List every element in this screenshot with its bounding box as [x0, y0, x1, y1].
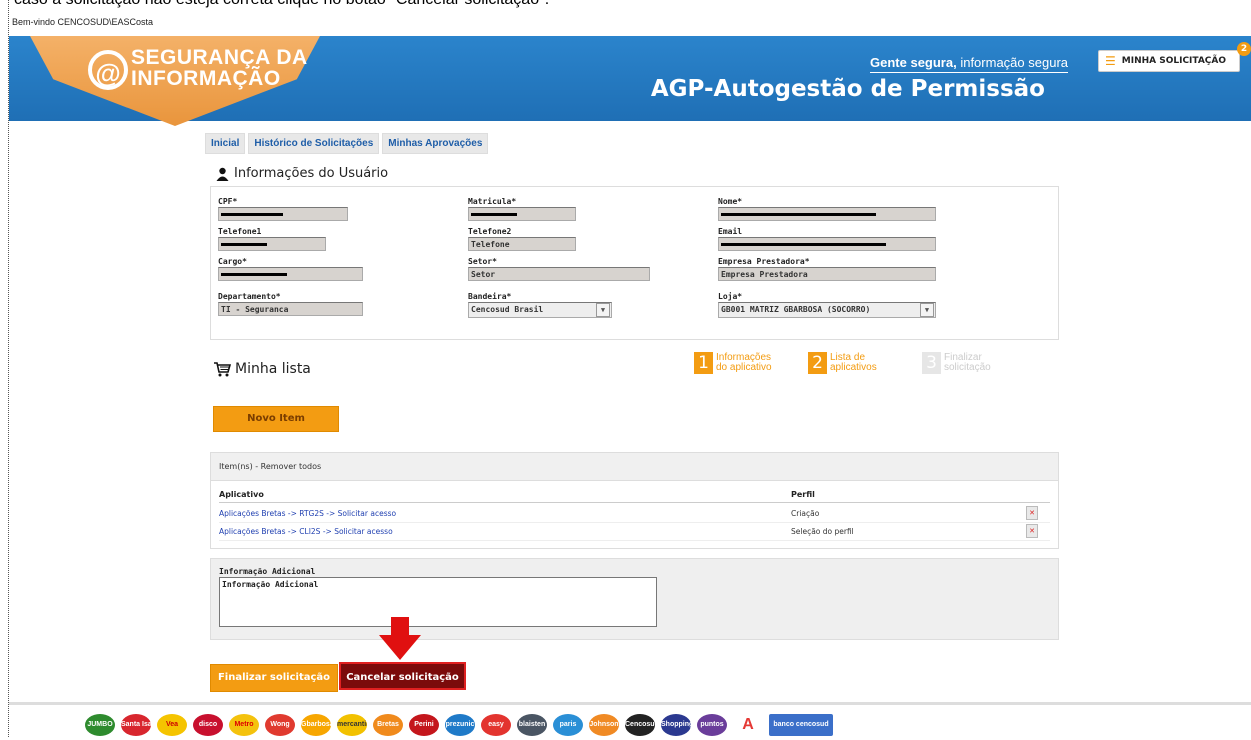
brand-logo: easy [481, 714, 511, 736]
instruction-caption: caso a solicitação não esteja correta cl… [14, 0, 549, 9]
masked-value [721, 243, 886, 246]
brand-logo: Johnson [589, 714, 619, 736]
matricula-field: Matricula* [468, 197, 576, 221]
finalize-request-button[interactable]: Finalizar solicitação [210, 664, 338, 692]
cpf-field: CPF* [218, 197, 348, 221]
app-link[interactable]: Aplicações Bretas -> RTG2S -> Solicitar … [219, 509, 396, 518]
cargo-input[interactable] [218, 267, 363, 281]
nome-field: Nome* [718, 197, 936, 221]
telefone2-input[interactable]: Telefone [468, 237, 576, 251]
masked-value [221, 243, 267, 246]
tagline: Gente segura, informação segura [870, 55, 1068, 73]
step-2: 2 Lista de aplicativos [808, 352, 902, 374]
setor-input[interactable]: Setor [468, 267, 650, 281]
app-title: AGP-Autogestão de Permissão [650, 76, 1045, 102]
chevron-down-icon: ▼ [596, 303, 610, 317]
additional-info-textarea[interactable]: Informação Adicional [219, 577, 657, 627]
logo-text: SEGURANÇA DA INFORMAÇÃO [131, 46, 308, 90]
step-1: 1 Informações do aplicativo [694, 352, 788, 374]
brand-logo: Perini [409, 714, 439, 736]
telefone1-input[interactable] [218, 237, 326, 251]
remove-all-link[interactable]: Item(ns) - Remover todos [211, 453, 1058, 481]
app-link[interactable]: Aplicações Bretas -> CLI2S -> Solicitar … [219, 527, 393, 536]
cart-title: Minha lista [214, 361, 311, 377]
departamento-field: Departamento* TI - Seguranca [218, 292, 363, 316]
cpf-input[interactable] [218, 207, 348, 221]
additional-info-label: Informação Adicional [219, 567, 316, 576]
list-icon: ☰ [1105, 54, 1116, 68]
cargo-field: Cargo* [218, 257, 363, 281]
cancel-request-button[interactable]: Cancelar solicitação [339, 662, 466, 690]
new-item-button[interactable]: Novo Item [213, 406, 339, 432]
brand-logo: puntos [697, 714, 727, 736]
telefone1-field: Telefone1 [218, 227, 326, 251]
red-arrow-indicator [379, 617, 421, 660]
brand-logo: Cencosud Shopping [625, 714, 655, 736]
cart-icon [214, 361, 231, 376]
items-panel: Item(ns) - Remover todos Aplicativo Perf… [210, 452, 1059, 549]
telefone2-field: Telefone2 Telefone [468, 227, 576, 251]
tab-historico[interactable]: Histórico de Solicitações [248, 133, 380, 154]
email-input[interactable] [718, 237, 936, 251]
brand-logo: Shopping [661, 714, 691, 736]
masked-value [471, 213, 517, 216]
tab-inicial[interactable]: Inicial [205, 133, 246, 154]
brand-logo: Wong [265, 714, 295, 736]
notification-badge: 2 [1237, 42, 1251, 56]
departamento-input[interactable]: TI - Seguranca [218, 302, 363, 316]
profile-value: Criação [791, 509, 820, 518]
user-info-title: Informações do Usuário [216, 166, 388, 181]
progress-steps: 1 Informações do aplicativo 2 Lista de apl… [694, 352, 1016, 374]
masked-value [221, 273, 287, 276]
tab-aprovacoes[interactable]: Minhas Aprovações [382, 133, 489, 154]
nome-input[interactable] [718, 207, 936, 221]
brand-logo: Santa Isabel [121, 714, 151, 736]
user-info-panel: CPF* Matricula* Nome* Telefone1 Telefone… [210, 186, 1059, 340]
empresa-input[interactable]: Empresa Prestadora [718, 267, 936, 281]
setor-field: Setor* Setor [468, 257, 650, 281]
column-header-profile: Perfil [791, 490, 815, 499]
brand-logo: JUMBO [85, 714, 115, 736]
bandeira-field: Bandeira* Cencosud Brasil ▼ [468, 292, 612, 318]
at-sign-icon: @ [88, 50, 128, 90]
chevron-down-icon: ▼ [920, 303, 934, 317]
user-icon [216, 167, 229, 181]
table-row: Aplicações Bretas -> CLI2S -> Solicitar … [219, 523, 1050, 541]
empresa-field: Empresa Prestadora* Empresa Prestadora [718, 257, 936, 281]
brand-logo: paris [553, 714, 583, 736]
step-3: 3 Finalizar solicitação [922, 352, 1016, 374]
brand-logo: A [733, 714, 763, 736]
profile-value: Seleção do perfil [791, 527, 854, 536]
divider [219, 502, 1050, 503]
brand-footer: JUMBO Santa Isabel Vea disco Metro Wong … [9, 702, 1251, 740]
brand-logo: Bretas [373, 714, 403, 736]
column-header-app: Aplicativo [219, 490, 264, 499]
brand-logo: disco [193, 714, 223, 736]
loja-field: Loja* GB001 MATRIZ GBARBOSA (SOCORRO) ▼ [718, 292, 936, 318]
table-row: Aplicações Bretas -> RTG2S -> Solicitar … [219, 505, 1050, 523]
brand-logo: Gbarbosa [301, 714, 331, 736]
delete-icon[interactable]: ✕ [1026, 524, 1038, 538]
brand-logo: Metro [229, 714, 259, 736]
email-field: Email [718, 227, 936, 251]
brand-logo: Vea [157, 714, 187, 736]
delete-icon[interactable]: ✕ [1026, 506, 1038, 520]
brand-logo: prezunic [445, 714, 475, 736]
bandeira-select[interactable]: Cencosud Brasil ▼ [468, 302, 612, 318]
matricula-input[interactable] [468, 207, 576, 221]
welcome-text: Bem-vindo CENCOSUD\EASCosta [12, 17, 154, 27]
brand-logo: blaisten [517, 714, 547, 736]
additional-info-panel: Informação Adicional Informação Adiciona… [210, 558, 1059, 640]
my-request-button[interactable]: ☰ MINHA SOLICITAÇÃO [1098, 50, 1240, 72]
brand-logo: banco cencosud [769, 714, 833, 736]
nav-tabs: Inicial Histórico de Solicitações Minhas… [205, 133, 489, 154]
masked-value [721, 213, 876, 216]
loja-select[interactable]: GB001 MATRIZ GBARBOSA (SOCORRO) ▼ [718, 302, 936, 318]
masked-value [221, 213, 283, 216]
brand-logo: mercantil [337, 714, 367, 736]
